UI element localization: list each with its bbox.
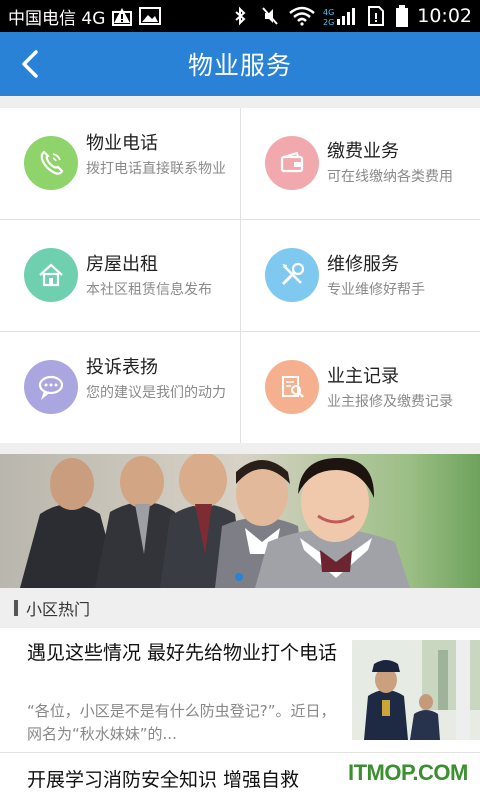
phone-icon — [24, 136, 78, 190]
service-subtitle: 专业维修好帮手 — [327, 282, 425, 298]
news-divider — [0, 752, 480, 753]
sim-icon — [368, 6, 385, 26]
svg-text:4G: 4G — [323, 8, 334, 17]
service-payment[interactable]: 缴费业务 可在线缴纳各类费用 — [241, 108, 480, 219]
wifi-icon — [289, 6, 316, 26]
house-icon — [24, 248, 78, 302]
banner-image — [0, 454, 480, 588]
service-subtitle: 拨打电话直接联系物业 — [86, 161, 226, 177]
wallet-icon — [265, 136, 319, 190]
news-summary: “各位，小区是不是有什么防虫登记?”。近日，网名为“秋水妹妹”的... — [27, 702, 336, 743]
news-thumbnail — [352, 640, 480, 740]
record-search-icon — [265, 360, 319, 414]
service-complaint[interactable]: 投诉表扬 您的建议是我们的动力 — [0, 332, 240, 443]
service-subtitle: 可在线缴纳各类费用 — [327, 169, 453, 185]
service-owner-records[interactable]: 业主记录 业主报修及缴费记录 — [241, 332, 480, 443]
svg-text:2G: 2G — [323, 18, 334, 26]
service-subtitle: 业主报修及缴费记录 — [327, 394, 453, 410]
image-icon — [139, 7, 162, 25]
tools-icon — [265, 248, 319, 302]
service-subtitle: 您的建议是我们的动力 — [86, 385, 226, 401]
app-bar: 物业服务 — [0, 32, 480, 96]
service-house-rental[interactable]: 房屋出租 本社区租赁信息发布 — [0, 220, 240, 331]
service-title: 投诉表扬 — [86, 357, 158, 378]
news-title: 开展学习消防安全知识 增强自救 — [27, 769, 300, 791]
service-title: 缴费业务 — [327, 141, 399, 162]
section-header: 小区热门 — [0, 588, 480, 628]
service-title: 物业电话 — [86, 133, 158, 154]
status-bar: 中国电信 4G 4G 2G 10:02 — [0, 0, 480, 32]
back-arrow-icon[interactable] — [14, 46, 50, 82]
clock: 10:02 — [417, 5, 472, 27]
signal-icon: 4G2G — [323, 8, 356, 26]
bluetooth-icon — [235, 6, 246, 26]
service-subtitle: 本社区租赁信息发布 — [86, 282, 212, 298]
service-property-phone[interactable]: 物业电话 拨打电话直接联系物业 — [0, 108, 240, 219]
watermark: ITMOP.COM — [348, 760, 468, 785]
section-marker — [14, 600, 18, 616]
page-title: 物业服务 — [187, 51, 292, 80]
warning-icon — [112, 8, 133, 26]
service-grid: 物业电话 拨打电话直接联系物业 缴费业务 可在线缴纳各类费用 房屋出租 本社区租… — [0, 108, 480, 443]
service-title: 房屋出租 — [86, 254, 158, 275]
section-title: 小区热门 — [26, 600, 91, 619]
carrier-label: 中国电信 4G — [8, 8, 106, 29]
carousel-indicator[interactable] — [235, 573, 243, 581]
banner-carousel[interactable] — [0, 454, 480, 588]
service-repair[interactable]: 维修服务 专业维修好帮手 — [241, 220, 480, 331]
service-title: 维修服务 — [327, 254, 399, 275]
battery-icon — [396, 5, 409, 27]
mute-icon — [262, 7, 278, 25]
chat-icon — [24, 360, 78, 414]
news-title: 遇见这些情况 最好先给物业打个电话 — [27, 642, 338, 664]
service-title: 业主记录 — [327, 366, 399, 387]
